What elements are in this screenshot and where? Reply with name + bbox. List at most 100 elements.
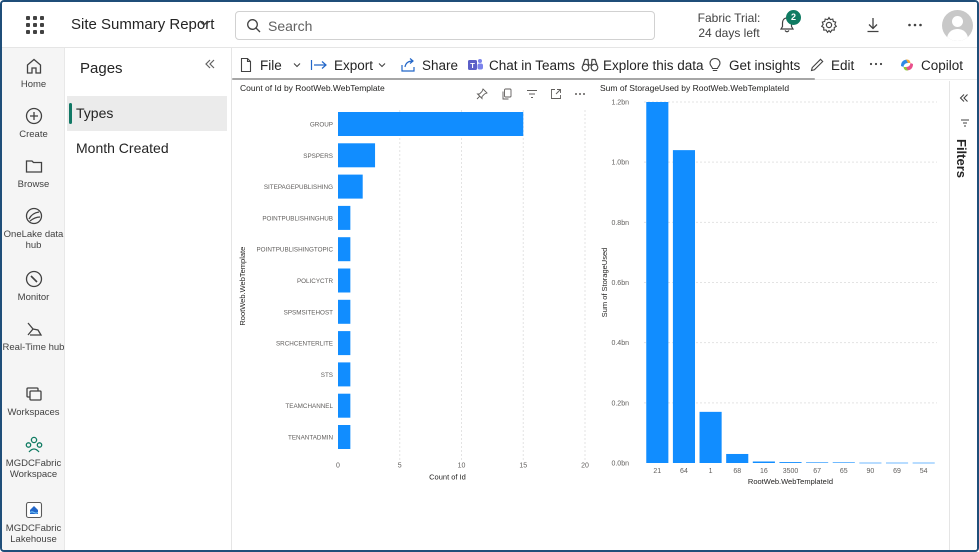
chevron-down-icon: [293, 63, 301, 68]
notification-badge: 2: [786, 10, 801, 25]
bar: [338, 362, 351, 387]
expand-filters-icon[interactable]: [959, 93, 969, 106]
nav-create[interactable]: Create: [2, 106, 65, 140]
onelake-icon: [25, 207, 42, 225]
download-icon[interactable]: [863, 15, 883, 35]
app-window: Site Summary Report Fabric Trial: 24 day…: [0, 0, 979, 552]
column: [806, 462, 829, 463]
pages-panel: Pages Types Month Created: [65, 48, 232, 550]
nav-browse-label: Browse: [17, 179, 50, 190]
y-tick-label: SRCHCENTERLITE: [276, 341, 333, 348]
y-tick-label: SITEPAGEPUBLISHING: [264, 184, 333, 191]
search-box[interactable]: [235, 11, 655, 40]
y-tick-label: 0.8bn: [611, 220, 629, 227]
nav-monitor[interactable]: Monitor: [2, 269, 65, 303]
y-tick-label: TEAMCHANNEL: [285, 403, 333, 410]
bar: [338, 268, 351, 293]
get-insights-label: Get insights: [729, 58, 801, 73]
x-tick-label: 3500: [783, 468, 799, 475]
nav-onelake-label: OneLake data hub: [3, 229, 64, 251]
y-tick-label: 0.6bn: [611, 280, 629, 287]
copilot-label: Copilot: [921, 58, 964, 73]
left-nav: Home Create Browse OneLake data hub Moni…: [2, 48, 65, 550]
column: [779, 462, 802, 463]
page-tab-month-created[interactable]: Month Created: [67, 131, 227, 166]
x-tick-label: 21: [653, 468, 661, 475]
nav-home[interactable]: Home: [2, 56, 65, 90]
x-tick-label: 1: [709, 468, 713, 475]
chat-in-teams-label: Chat in Teams: [489, 58, 576, 73]
app-launcher-icon[interactable]: [24, 14, 46, 36]
share-icon: [401, 58, 415, 72]
y-axis-label: Sum of StorageUsed: [600, 248, 609, 318]
column: [832, 462, 855, 463]
x-tick-label: 69: [893, 468, 901, 475]
horizontal-scrollbar[interactable]: [232, 78, 815, 80]
column: [699, 411, 722, 463]
realtime-icon: [27, 322, 42, 336]
bar: [338, 299, 351, 324]
nav-workspaces[interactable]: Workspaces: [2, 384, 65, 418]
y-axis-label: RootWeb.WebTemplate: [238, 247, 247, 326]
report-title[interactable]: Site Summary Report: [71, 16, 214, 33]
search-input[interactable]: [268, 15, 638, 37]
collapse-pages-icon[interactable]: [204, 57, 216, 73]
copilot-icon: [901, 59, 913, 71]
gear-icon[interactable]: [819, 15, 839, 35]
file-menu-label: File: [260, 58, 282, 73]
binoculars-icon: [581, 58, 599, 72]
trial-status[interactable]: Fabric Trial: 24 days left: [692, 11, 766, 41]
bar: [338, 393, 351, 418]
explore-data-label: Explore this data: [603, 58, 704, 73]
bar: [338, 143, 376, 168]
search-icon: [247, 19, 261, 33]
export-menu-label: Export: [334, 58, 374, 73]
avatar[interactable]: [942, 10, 973, 41]
x-tick-label: 68: [733, 468, 741, 475]
nav-realtime-label: Real-Time hub: [2, 342, 65, 353]
pencil-icon: [810, 58, 824, 72]
y-tick-label: 0.0bn: [611, 461, 629, 468]
nav-onelake[interactable]: OneLake data hub: [2, 206, 65, 251]
y-tick-label: 0.2bn: [611, 400, 629, 407]
y-tick-label: POINTPUBLISHINGTOPIC: [256, 247, 333, 254]
workspace-icon: [25, 436, 42, 453]
chevron-down-icon[interactable]: [198, 17, 210, 32]
x-axis-label: Count of Id: [429, 472, 466, 481]
visual-count-by-webtemplate[interactable]: Count of Id by RootWeb.WebTemplate 0 5 10 1…: [233, 81, 593, 550]
nav-mgdc-lakehouse[interactable]: MGDCFabric Lakehouse: [2, 500, 65, 545]
y-tick-label: TENANTADMIN: [288, 435, 333, 442]
x-tick-label: 5: [398, 462, 402, 469]
visual-storage-by-templateid[interactable]: Sum of StorageUsed by RootWeb.WebTemplat…: [593, 81, 949, 550]
top-bar: Site Summary Report Fabric Trial: 24 day…: [2, 2, 977, 48]
filters-pane[interactable]: Filters: [949, 81, 977, 550]
bar: [338, 237, 351, 262]
nav-mgdc-workspace[interactable]: MGDCFabric Workspace: [2, 435, 65, 480]
edit-label: Edit: [831, 58, 855, 73]
bar: [338, 205, 351, 230]
more-options-icon[interactable]: [905, 15, 925, 35]
nav-monitor-label: Monitor: [17, 292, 50, 303]
lightbulb-icon: [709, 57, 721, 72]
nav-realtime[interactable]: Real-Time hub: [2, 319, 65, 353]
bar: [338, 425, 351, 449]
bar: [338, 331, 351, 356]
column: [859, 462, 882, 464]
y-tick-label: POLICYCTR: [297, 278, 333, 285]
x-axis-label: RootWeb.WebTemplateId: [748, 477, 833, 486]
x-tick-label: 10: [458, 462, 466, 469]
x-tick-label: 15: [519, 462, 527, 469]
y-tick-label: 1.0bn: [611, 160, 629, 167]
lakehouse-icon: [25, 501, 42, 519]
y-tick-label: GROUP: [310, 122, 333, 129]
x-tick-label: 67: [813, 468, 821, 475]
y-tick-label: POINTPUBLISHINGHUB: [262, 215, 333, 222]
x-tick-label: 0: [336, 462, 340, 469]
nav-browse[interactable]: Browse: [2, 156, 65, 190]
monitor-icon: [25, 270, 42, 288]
column: [646, 102, 669, 463]
page-tab-types[interactable]: Types: [67, 96, 227, 131]
column: [726, 453, 749, 463]
x-tick-label: 54: [920, 468, 928, 475]
column: [885, 462, 909, 464]
